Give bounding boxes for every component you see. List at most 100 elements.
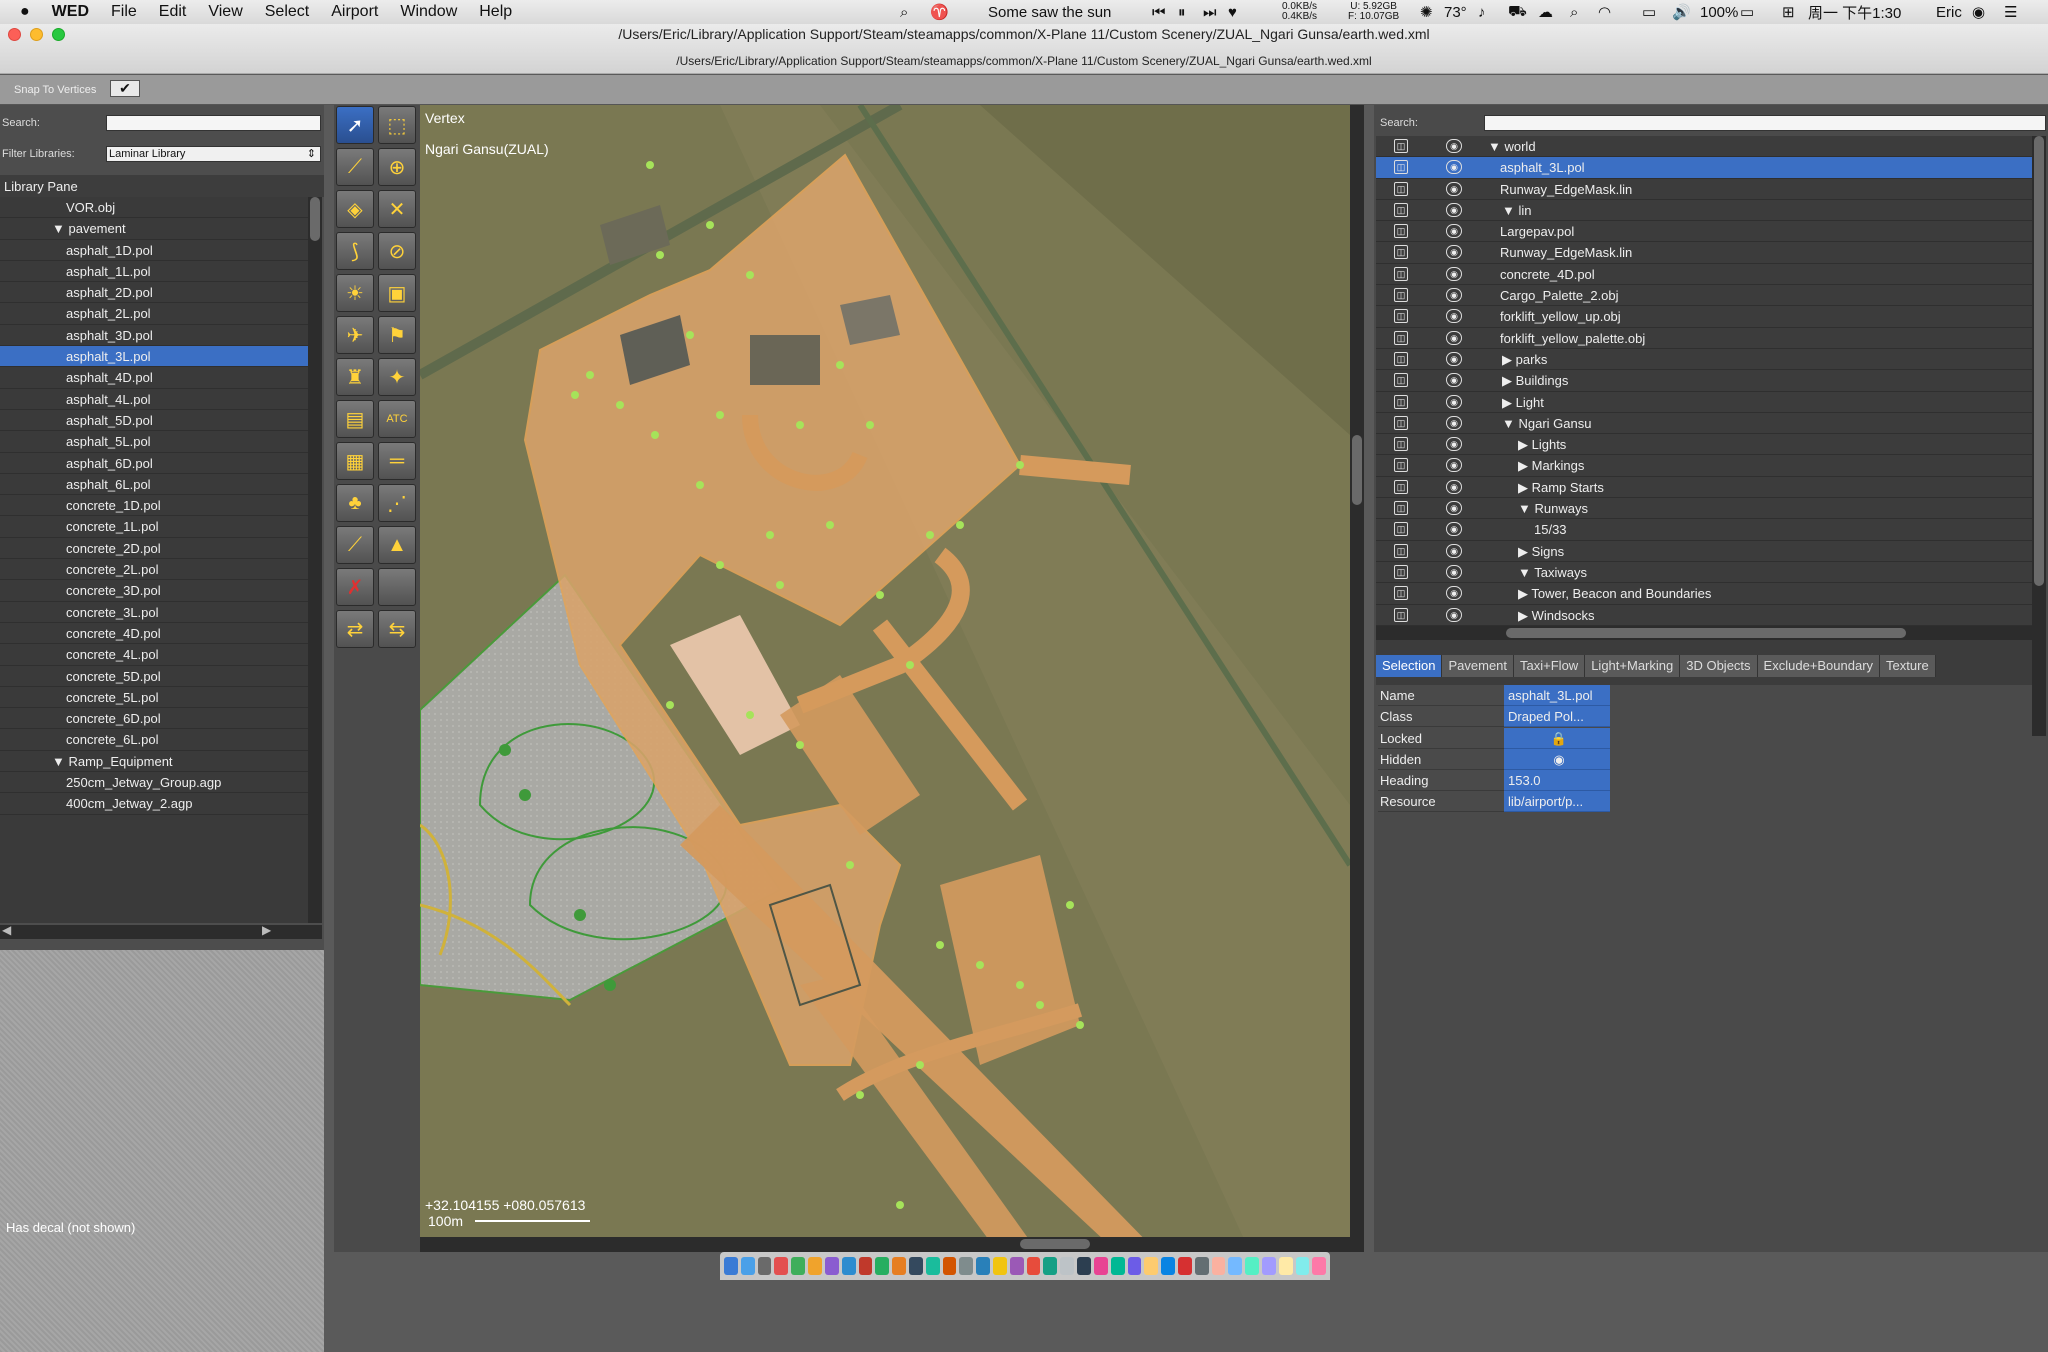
dock-app-icon[interactable] xyxy=(1161,1257,1175,1275)
exclusion-tool[interactable]: ▲ xyxy=(378,526,416,564)
dock-app-icon[interactable] xyxy=(1295,1257,1310,1275)
airplay-icon[interactable]: ▭ xyxy=(1642,0,1656,24)
boundary-tool[interactable]: ▤ xyxy=(336,400,374,438)
library-scrollbar[interactable] xyxy=(308,197,322,923)
eye-icon[interactable]: ◉ xyxy=(1446,309,1462,324)
library-item[interactable]: asphalt_2D.pol xyxy=(0,282,308,304)
library-item[interactable]: concrete_1L.pol xyxy=(0,516,308,538)
apple-icon[interactable]: ● xyxy=(0,3,41,21)
lock-icon[interactable]: ◫ xyxy=(1394,607,1408,622)
eye-icon[interactable]: ◉ xyxy=(1446,373,1462,388)
dock-app-icon[interactable] xyxy=(1177,1257,1192,1275)
now-playing[interactable]: Some saw the sun xyxy=(988,0,1111,24)
property-value[interactable]: 🔒 xyxy=(1504,727,1610,749)
lock-icon[interactable]: ◫ xyxy=(1394,330,1408,345)
eye-icon[interactable]: ◉ xyxy=(1446,181,1462,196)
menu-file[interactable]: File xyxy=(100,3,148,21)
hole-tool[interactable]: ⊘ xyxy=(378,232,416,270)
taxiway-connector[interactable] xyxy=(1019,455,1131,485)
dock-app-icon[interactable] xyxy=(757,1257,772,1275)
dock-app-icon[interactable] xyxy=(1312,1257,1327,1275)
dock-app-icon[interactable] xyxy=(1077,1257,1091,1275)
hierarchy-list[interactable]: ◫ ◉ ▼ world ◫ ◉ asphalt_3L.pol ◫ ◉ Runway_EdgeMa… xyxy=(1376,136,2032,736)
library-item[interactable]: concrete_2D.pol xyxy=(0,538,308,560)
prev-track-icon[interactable]: ⏮ xyxy=(1152,0,1166,24)
hierarchy-hscrollbar[interactable] xyxy=(1376,626,2046,640)
property-value[interactable]: 153.0 xyxy=(1504,770,1610,792)
library-item[interactable]: 400cm_Jetway_2.agp xyxy=(0,793,308,815)
car-icon[interactable]: ⛟ xyxy=(1508,0,1527,24)
hierarchy-item[interactable]: ◫ ◉ ▼ lin xyxy=(1376,200,2032,222)
eye-icon[interactable]: ◉ xyxy=(1446,288,1462,303)
delete-tool[interactable]: ✗ xyxy=(336,568,374,606)
wifi-icon[interactable]: ◠ xyxy=(1598,0,1611,24)
hierarchy-search-input[interactable] xyxy=(1484,115,2046,131)
eye-icon[interactable]: ◉ xyxy=(1446,330,1462,345)
atc-tool[interactable]: ATC xyxy=(378,400,416,438)
dock-app-icon[interactable] xyxy=(1093,1257,1108,1275)
hierarchy-item[interactable]: ◫ ◉ forklift_yellow_up.obj xyxy=(1376,306,2032,328)
blank-tool[interactable] xyxy=(378,568,416,606)
lock-icon[interactable]: ◫ xyxy=(1394,309,1408,324)
dock-app-icon[interactable] xyxy=(1194,1257,1209,1275)
hierarchy-item[interactable]: ◫ ◉ Runway_EdgeMask.lin xyxy=(1376,179,2032,200)
lock-icon[interactable]: ◫ xyxy=(1394,501,1408,516)
input-method-icon[interactable]: ⊞ xyxy=(1782,0,1795,24)
hierarchy-item[interactable]: ◫ ◉ ▶ Markings xyxy=(1376,455,2032,477)
tab-pavement[interactable]: Pavement xyxy=(1442,655,1515,677)
tab-light-marking[interactable]: Light+Marking xyxy=(1585,655,1681,677)
siri-icon[interactable]: ◉ xyxy=(1972,0,1985,24)
menu-select[interactable]: Select xyxy=(254,3,320,21)
eye-icon[interactable]: ◉ xyxy=(1446,586,1462,601)
eye-icon[interactable]: ◉ xyxy=(1446,266,1462,281)
lock-icon[interactable]: ◫ xyxy=(1394,181,1408,196)
hierarchy-item[interactable]: ◫ ◉ ▶ Buildings xyxy=(1376,370,2032,392)
beacon-tool[interactable]: ✦ xyxy=(378,358,416,396)
eye-icon[interactable]: ◉ xyxy=(1446,139,1462,153)
hierarchy-item[interactable]: ◫ ◉ 15/33 xyxy=(1376,519,2032,541)
eye-icon[interactable]: ◉ xyxy=(1446,479,1462,494)
satellite-map[interactable] xyxy=(420,105,1350,1252)
ground-route-tool[interactable]: ⇆ xyxy=(378,610,416,648)
eye-icon[interactable]: ◉ xyxy=(1446,245,1462,260)
hierarchy-item[interactable]: ◫ ◉ ▼ Ngari Gansu xyxy=(1376,413,2032,435)
eye-icon[interactable]: ◉ xyxy=(1446,501,1462,516)
library-item[interactable]: asphalt_2L.pol xyxy=(0,303,308,325)
dock-app-icon[interactable] xyxy=(875,1257,890,1275)
tab-texture[interactable]: Texture xyxy=(1880,655,1936,677)
dock-app-icon[interactable] xyxy=(892,1257,906,1275)
hierarchy-item[interactable]: ◫ ◉ ▼ world xyxy=(1376,136,2032,158)
library-item[interactable]: concrete_3L.pol xyxy=(0,602,308,623)
library-item[interactable]: asphalt_6L.pol xyxy=(0,474,308,496)
eye-icon[interactable]: ◉ xyxy=(1446,607,1462,622)
lock-icon[interactable]: ◫ xyxy=(1394,139,1408,153)
windsock-tool[interactable]: ⚑ xyxy=(378,316,416,354)
map-view[interactable] xyxy=(420,105,1350,1252)
helipad-tool[interactable]: ⊕ xyxy=(378,148,416,186)
eye-icon[interactable]: ◉ xyxy=(1446,224,1462,239)
route-tool[interactable]: ⇄ xyxy=(336,610,374,648)
dock-app-icon[interactable] xyxy=(1144,1257,1159,1275)
lock-icon[interactable]: ◫ xyxy=(1394,522,1408,537)
hierarchy-item[interactable]: ◫ ◉ ▶ Tower, Beacon and Boundaries xyxy=(1376,583,2032,605)
menu-help[interactable]: Help xyxy=(468,3,523,21)
dock-app-icon[interactable] xyxy=(724,1257,738,1275)
ramp-start-tool[interactable]: ✈ xyxy=(336,316,374,354)
eye-icon[interactable]: ◉ xyxy=(1446,522,1462,537)
menu-view[interactable]: View xyxy=(197,3,253,21)
dock-app-icon[interactable] xyxy=(1127,1257,1142,1275)
map-vertical-scrollbar[interactable] xyxy=(1350,105,1364,1252)
eye-icon[interactable]: ◉ xyxy=(1446,415,1462,430)
tab-taxi-flow[interactable]: Taxi+Flow xyxy=(1514,655,1586,677)
dock-app-icon[interactable] xyxy=(1043,1257,1058,1275)
notification-icon[interactable]: ♪ xyxy=(1478,0,1486,24)
lock-icon[interactable]: ◫ xyxy=(1394,373,1408,388)
pause-icon[interactable]: ⏸ xyxy=(1178,0,1186,24)
dock-app-icon[interactable] xyxy=(740,1257,755,1275)
wine-icon[interactable]: ♈ xyxy=(930,0,949,24)
dock-app-icon[interactable] xyxy=(976,1257,990,1275)
library-item[interactable]: asphalt_1D.pol xyxy=(0,240,308,261)
library-search-input[interactable] xyxy=(106,115,321,131)
dock-app-icon[interactable] xyxy=(858,1257,873,1275)
library-item[interactable]: asphalt_3L.pol xyxy=(0,346,308,368)
